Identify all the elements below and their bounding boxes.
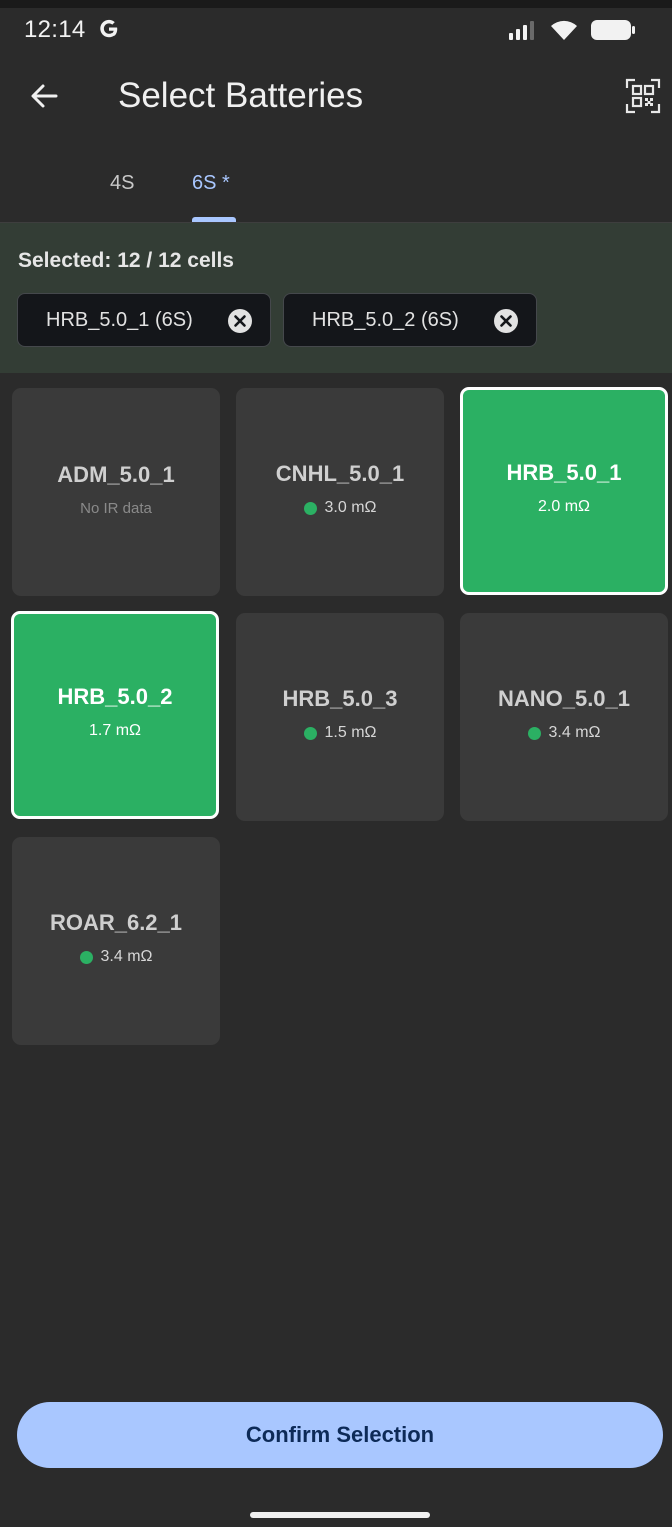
ir-status-dot [527,726,541,740]
page-title: Select Batteries [118,76,364,115]
battery-card[interactable]: CNHL_5.0_1 3.0 mΩ [236,388,444,596]
selected-chip[interactable]: HRB_5.0_2 (6S) [283,293,537,347]
battery-name: CNHL_5.0_1 [275,461,405,486]
battery-name: HRB_5.0_1 [506,460,622,485]
qr-scan-button[interactable] [620,76,666,120]
selection-panel: Selected: 12 / 12 cells HRB_5.0_1 (6S) H… [0,223,672,373]
battery-card[interactable]: NANO_5.0_1 3.4 mΩ [460,613,668,821]
battery-name: ROAR_6.2_1 [49,910,183,935]
battery-ir: 3.4 mΩ [79,948,153,966]
status-strip [0,0,672,8]
battery-ir: 3.0 mΩ [303,499,377,517]
active-tab-indicator [192,217,236,222]
chip-label: HRB_5.0_2 (6S) [312,308,459,331]
cell-count-tabs: 4S 6S * [0,142,672,223]
battery-ir-value: 1.5 mΩ [324,724,377,741]
selected-chip[interactable]: HRB_5.0_1 (6S) [17,293,271,347]
tab-6s[interactable]: 6S * [192,172,230,195]
battery-card[interactable]: HRB_5.0_1 2.0 mΩ [460,387,668,595]
home-indicator[interactable] [250,1512,430,1518]
battery-card[interactable]: HRB_5.0_3 1.5 mΩ [236,613,444,821]
battery-ir-value: 3.0 mΩ [324,499,377,516]
qr-scan-icon [625,78,661,119]
app-bar: Select Batteries [0,52,672,142]
ir-status-dot [79,950,93,964]
confirm-selection-button[interactable]: Confirm Selection [17,1402,663,1468]
battery-name: HRB_5.0_2 [57,684,173,709]
close-circle-icon[interactable] [494,309,518,333]
battery-ir-value: 1.7 mΩ [89,722,141,739]
battery-ir: 2.0 mΩ [538,498,590,516]
wifi-icon [550,19,578,46]
battery-name: HRB_5.0_3 [282,686,398,711]
arrow-left-icon [28,80,60,117]
battery-ir: 3.4 mΩ [527,724,601,742]
signal-icon [508,19,538,46]
google-g-icon [98,18,120,45]
battery-card[interactable]: HRB_5.0_2 1.7 mΩ [11,611,219,819]
selection-summary: Selected: 12 / 12 cells [18,249,234,272]
battery-ir: No IR data [80,500,152,517]
status-bar: 12:14 [0,8,672,52]
tab-4s[interactable]: 4S [110,172,134,195]
battery-name: ADM_5.0_1 [57,461,175,487]
battery-ir-value: 3.4 mΩ [548,724,601,741]
ir-status-dot [303,726,317,740]
status-time: 12:14 [24,16,86,43]
battery-ir-value: No IR data [80,499,152,517]
battery-ir: 1.7 mΩ [89,722,141,740]
battery-ir-value: 3.4 mΩ [100,948,153,965]
battery-ir-value: 2.0 mΩ [538,498,590,515]
battery-card[interactable]: ADM_5.0_1 No IR data [12,388,220,596]
battery-name: NANO_5.0_1 [497,686,631,711]
chip-label: HRB_5.0_1 (6S) [46,308,193,331]
battery-card[interactable]: ROAR_6.2_1 3.4 mΩ [12,837,220,1045]
battery-icon [590,18,636,47]
battery-ir: 1.5 mΩ [303,724,377,742]
back-button[interactable] [22,76,66,120]
status-icons [508,18,636,47]
ir-status-dot [303,501,317,515]
close-circle-icon[interactable] [228,309,252,333]
